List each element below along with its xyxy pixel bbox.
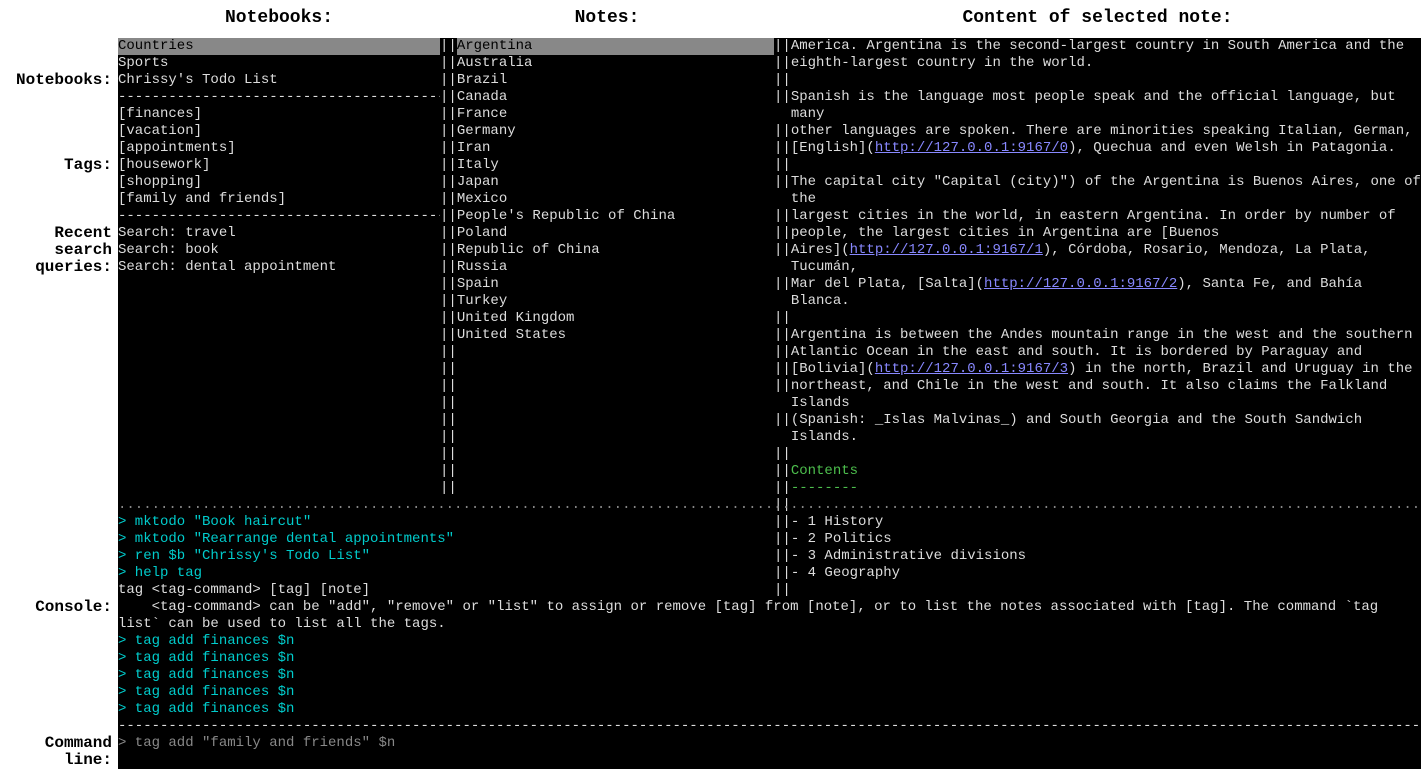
list-item[interactable]: Iran bbox=[457, 140, 774, 157]
list-item[interactable]: Italy bbox=[457, 157, 774, 174]
panel-divider: ........................................… bbox=[118, 497, 1421, 514]
list-item[interactable]: [vacation] bbox=[118, 123, 440, 140]
list-item[interactable]: Canada bbox=[457, 89, 774, 106]
column-headers: Notebooks: Notes: Content of selected no… bbox=[0, 0, 1421, 38]
cmdline-input[interactable]: > tag add "family and friends" $n bbox=[118, 735, 395, 751]
list-item[interactable]: United Kingdom bbox=[457, 310, 774, 327]
side-labels: Notebooks:Tags:Recentsearchqueries:Conso… bbox=[0, 38, 118, 769]
list-item[interactable]: [finances] bbox=[118, 106, 440, 123]
header-content: Content of selected note: bbox=[774, 8, 1421, 30]
list-item[interactable]: [family and friends] bbox=[118, 191, 440, 208]
notes-panel[interactable]: ||Argentina||Australia||Brazil||Canada||… bbox=[440, 38, 774, 497]
list-item[interactable]: People's Republic of China bbox=[457, 208, 774, 225]
list-item[interactable]: Germany bbox=[457, 123, 774, 140]
list-item bbox=[457, 378, 774, 395]
console-line: > tag add finances $n bbox=[118, 650, 1421, 667]
console-line: > tag add finances $n bbox=[118, 633, 1421, 650]
list-item bbox=[457, 361, 774, 378]
list-item[interactable]: Argentina bbox=[457, 38, 774, 55]
notebooks-panel[interactable]: CountriesSportsChrissy's Todo List------… bbox=[118, 38, 440, 497]
console-line: > tag add finances $n bbox=[118, 684, 1421, 701]
console-line: > tag add finances $n bbox=[118, 667, 1421, 684]
list-item[interactable]: Search: book bbox=[118, 242, 440, 259]
list-item[interactable]: [shopping] bbox=[118, 174, 440, 191]
cmdline-divider: ----------------------------------------… bbox=[118, 718, 1421, 735]
list-item[interactable]: Japan bbox=[457, 174, 774, 191]
list-item bbox=[457, 344, 774, 361]
list-item bbox=[457, 463, 774, 480]
content-panel[interactable]: ||America. Argentina is the second-large… bbox=[774, 38, 1421, 497]
list-item[interactable]: Turkey bbox=[457, 293, 774, 310]
list-item[interactable]: Poland bbox=[457, 225, 774, 242]
list-item[interactable]: Spain bbox=[457, 276, 774, 293]
list-item bbox=[457, 412, 774, 429]
list-item[interactable]: Brazil bbox=[457, 72, 774, 89]
list-item[interactable]: Search: travel bbox=[118, 225, 440, 242]
list-item[interactable]: [appointments] bbox=[118, 140, 440, 157]
list-item[interactable]: Mexico bbox=[457, 191, 774, 208]
list-item bbox=[457, 446, 774, 463]
list-item[interactable]: Republic of China bbox=[457, 242, 774, 259]
list-item[interactable]: Search: dental appointment bbox=[118, 259, 440, 276]
terminal[interactable]: CountriesSportsChrissy's Todo List ------… bbox=[118, 38, 1421, 769]
list-item[interactable]: [housework] bbox=[118, 157, 440, 174]
command-line[interactable]: > tag add "family and friends" $n bbox=[118, 735, 1421, 752]
console-line: > tag add finances $n bbox=[118, 701, 1421, 718]
link[interactable]: http://127.0.0.1:9167/1 bbox=[850, 242, 1043, 258]
header-notebooks: Notebooks: bbox=[118, 8, 440, 30]
link[interactable]: http://127.0.0.1:9167/0 bbox=[875, 140, 1068, 156]
list-item[interactable]: France bbox=[457, 106, 774, 123]
list-item[interactable]: United States bbox=[457, 327, 774, 344]
list-item[interactable]: Countries bbox=[118, 38, 440, 55]
list-item bbox=[457, 395, 774, 412]
list-item bbox=[457, 429, 774, 446]
list-item[interactable]: Australia bbox=[457, 55, 774, 72]
list-item[interactable]: Russia bbox=[457, 259, 774, 276]
header-notes: Notes: bbox=[440, 8, 774, 30]
link[interactable]: http://127.0.0.1:9167/2 bbox=[984, 276, 1177, 292]
list-item[interactable]: Sports bbox=[118, 55, 440, 72]
link[interactable]: http://127.0.0.1:9167/3 bbox=[875, 361, 1068, 377]
list-item bbox=[457, 480, 774, 497]
list-item[interactable]: Chrissy's Todo List bbox=[118, 72, 440, 89]
